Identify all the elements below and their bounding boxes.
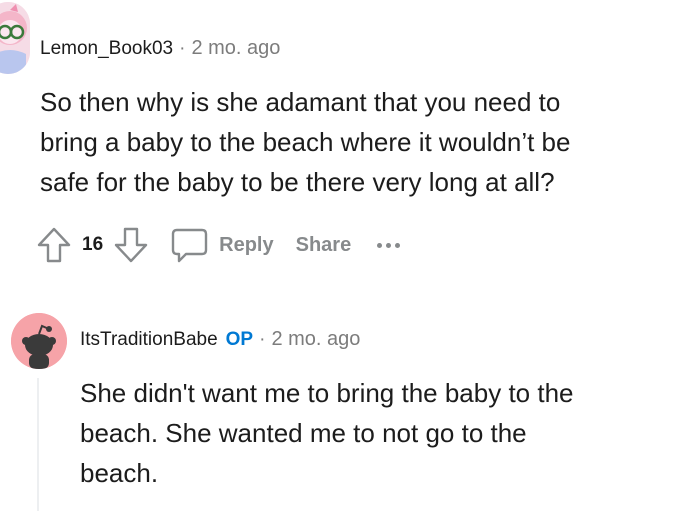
- username[interactable]: Lemon_Book03: [40, 38, 173, 60]
- more-dots-icon[interactable]: [377, 242, 401, 248]
- timestamp[interactable]: 2 mo. ago: [271, 328, 360, 351]
- dot: [377, 242, 383, 248]
- comment-text-line: beach. She wanted me to not go to the: [80, 418, 527, 448]
- avatar-lemon-book03[interactable]: [0, 2, 30, 74]
- comment-text-line: safe for the baby to be there very long …: [40, 167, 555, 197]
- dot: [386, 242, 392, 248]
- meta-separator: ·: [179, 37, 186, 59]
- speech-bubble-icon[interactable]: [169, 226, 209, 264]
- comment-1-meta: Lemon_Book03 · 2 mo. ago: [40, 37, 280, 60]
- comment-text-line: bring a baby to the beach where it would…: [40, 127, 571, 157]
- comment-2-body: She didn't want me to bring the baby to …: [80, 373, 680, 493]
- meta-separator: ·: [259, 328, 266, 350]
- dot: [395, 242, 401, 248]
- timestamp[interactable]: 2 mo. ago: [191, 37, 280, 60]
- downvote-arrow-icon[interactable]: [113, 226, 149, 264]
- username[interactable]: ItsTraditionBabe: [80, 329, 218, 351]
- share-button[interactable]: Share: [296, 234, 352, 257]
- avatar-snoo[interactable]: [11, 313, 67, 369]
- reply-button[interactable]: Reply: [219, 234, 273, 257]
- comment-2-meta: ItsTraditionBabe OP · 2 mo. ago: [80, 328, 360, 351]
- vote-count: 16: [82, 234, 104, 255]
- comment-text-line: So then why is she adamant that you need…: [40, 87, 561, 117]
- comment-text-line: beach.: [80, 458, 159, 488]
- comment-1-actions: 16 Reply Share: [36, 223, 401, 267]
- comment-text-line: She didn't want me to bring the baby to …: [80, 378, 574, 408]
- upvote-arrow-icon[interactable]: [36, 226, 72, 264]
- comment-1-body: So then why is she adamant that you need…: [40, 82, 680, 202]
- op-badge: OP: [225, 328, 254, 350]
- thread-line[interactable]: [37, 378, 39, 511]
